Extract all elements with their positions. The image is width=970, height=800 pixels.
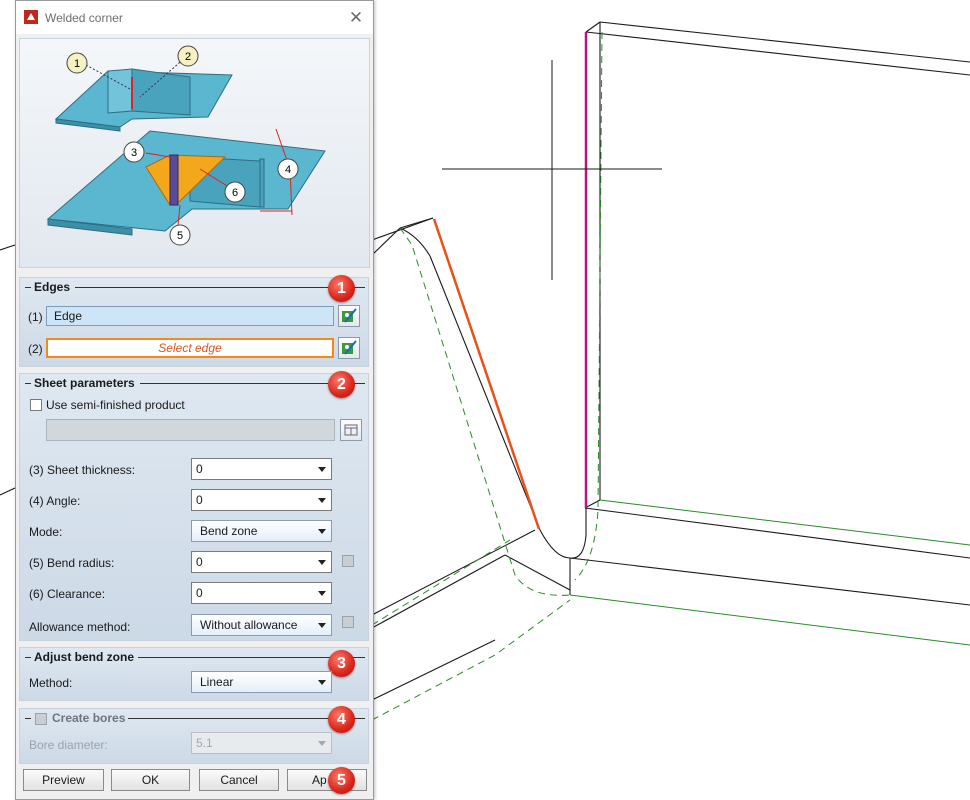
create-bores-title: Create bores — [52, 711, 126, 725]
sheet-thickness-label: (3) Sheet thickness: — [29, 463, 136, 477]
callout-4: 4 — [285, 164, 291, 176]
welded-corner-dialog: Welded corner ✕ 1 2 3 4 5 6 Edges 1 (1) … — [15, 0, 374, 800]
edges-title: Edges — [34, 280, 71, 294]
preview-button[interactable]: Preview — [23, 769, 104, 791]
cancel-button[interactable]: Cancel — [199, 769, 279, 791]
semi-finished-label: Use semi-finished product — [46, 398, 185, 412]
callout-3: 3 — [131, 147, 137, 159]
edge-1-label: (1) — [28, 310, 43, 324]
step-badge-2: 2 — [328, 371, 355, 398]
bend-radius-combo[interactable]: 0 — [191, 551, 332, 573]
callout-1: 1 — [74, 58, 80, 70]
mode-combo[interactable]: Bend zone — [191, 520, 332, 542]
callout-5: 5 — [177, 230, 183, 242]
apply-button[interactable]: Ap — [287, 769, 367, 791]
chevron-down-icon — [318, 560, 326, 565]
allowance-method-label: Allowance method: — [29, 620, 131, 634]
green-solid-edges — [569, 499, 970, 646]
chevron-down-icon — [318, 741, 326, 746]
step-badge-1: 1 — [328, 275, 355, 302]
adjust-bend-zone-group: Adjust bend zone 3 Method: Linear — [19, 647, 369, 701]
bend-radius-checkbox[interactable] — [342, 555, 354, 567]
chevron-down-icon — [318, 623, 326, 628]
preview-illustration: 1 2 3 4 5 6 — [19, 38, 370, 268]
callout-6: 6 — [232, 187, 238, 199]
allowance-checkbox[interactable] — [342, 616, 354, 628]
table-icon — [344, 424, 358, 436]
angle-label: (4) Angle: — [29, 494, 81, 508]
chevron-down-icon — [318, 680, 326, 685]
adjust-bend-zone-title: Adjust bend zone — [34, 650, 134, 664]
chevron-down-icon — [318, 467, 326, 472]
method-label: Method: — [29, 676, 73, 690]
semi-finished-browse-button[interactable] — [340, 419, 362, 441]
bore-diameter-combo: 5.1 — [191, 732, 332, 754]
clearance-combo[interactable]: 0 — [191, 582, 332, 604]
crosshair-cursor — [442, 60, 662, 280]
edge-1-field[interactable]: Edge — [46, 306, 334, 326]
semi-finished-checkbox[interactable] — [30, 399, 42, 411]
clearance-label: (6) Clearance: — [29, 587, 106, 601]
pick-edge-icon — [342, 308, 357, 323]
chevron-down-icon — [318, 498, 326, 503]
edge-2-label: (2) — [28, 342, 43, 356]
close-icon: ✕ — [348, 8, 364, 27]
sheet-thickness-combo[interactable]: 0 — [191, 458, 332, 480]
title-bar: Welded corner ✕ — [16, 1, 373, 34]
sheet-parameters-title: Sheet parameters — [34, 376, 135, 390]
bore-diameter-label: Bore diameter: — [29, 738, 108, 752]
step-badge-3: 3 — [328, 650, 355, 677]
app-icon — [24, 10, 38, 24]
angle-combo[interactable]: 0 — [191, 489, 332, 511]
create-bores-checkbox[interactable] — [35, 713, 47, 725]
edge-2-field[interactable]: Select edge — [46, 338, 334, 358]
edge-1-pick-button[interactable] — [338, 305, 360, 327]
callout-2: 2 — [185, 51, 191, 63]
sheet-parameters-group: Sheet parameters 2 Use semi-finished pro… — [19, 371, 369, 641]
step-badge-5: 5 — [328, 767, 355, 794]
window-title: Welded corner — [45, 11, 123, 25]
edges-group: Edges 1 (1) Edge (2) Select edge — [19, 275, 369, 367]
ok-button[interactable]: OK — [111, 769, 190, 791]
mode-label: Mode: — [29, 525, 63, 539]
edge-2-pick-button[interactable] — [338, 337, 360, 359]
method-combo[interactable]: Linear — [191, 671, 332, 693]
chevron-down-icon — [318, 591, 326, 596]
allowance-method-combo[interactable]: Without allowance — [191, 614, 332, 636]
bend-radius-label: (5) Bend radius: — [29, 556, 115, 570]
close-button[interactable]: ✕ — [346, 8, 366, 28]
create-bores-group: Create bores 4 Bore diameter: 5.1 — [19, 706, 369, 764]
step-badge-4: 4 — [328, 706, 355, 733]
pick-edge-icon — [342, 340, 357, 355]
welded-corner-diagram: 1 2 3 4 5 6 — [46, 45, 326, 246]
semi-finished-field — [46, 419, 335, 441]
chevron-down-icon — [318, 529, 326, 534]
